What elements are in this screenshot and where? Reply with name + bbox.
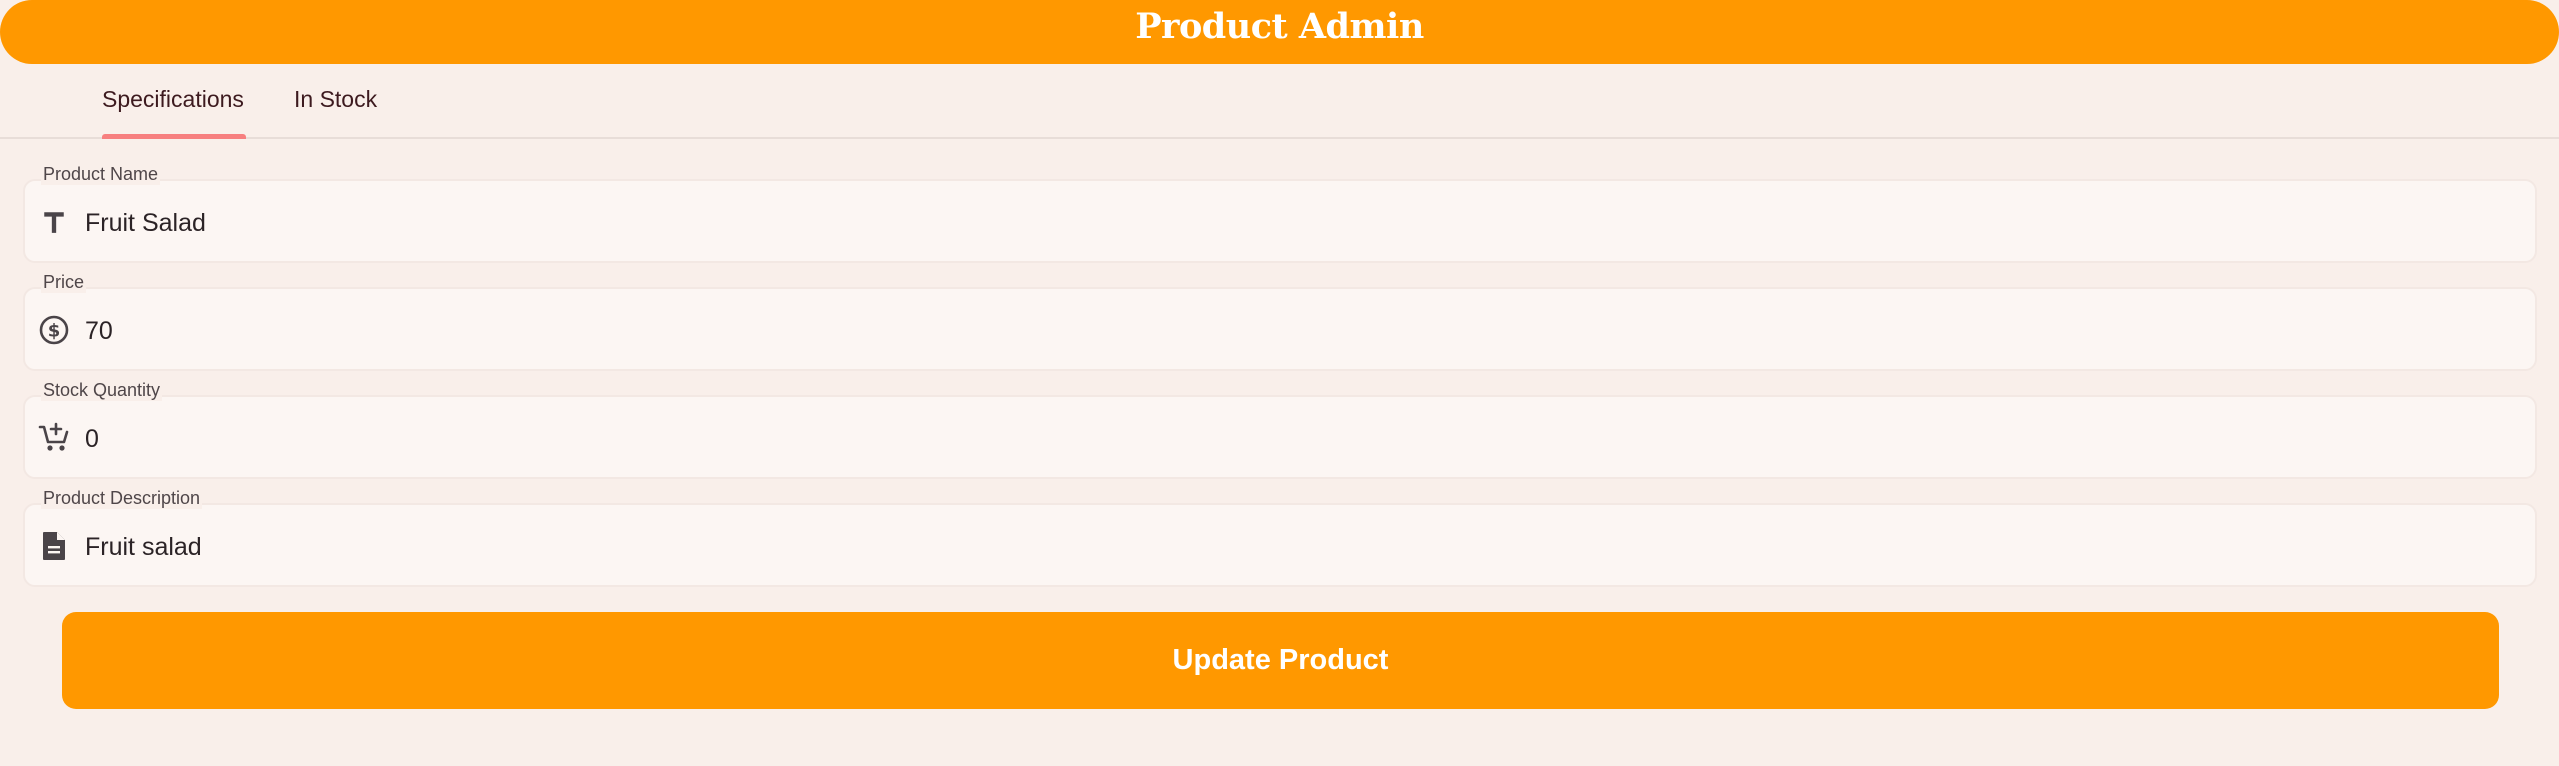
price-field[interactable]: Price $ [23,271,2537,371]
product-description-input[interactable] [85,533,2485,562]
page-title: Product Admin [1135,5,1424,47]
document-icon [38,530,70,562]
product-name-label: Product Name [41,163,161,185]
app-bar: Product Admin [0,0,2559,64]
dollar-circle-icon: $ [38,314,70,346]
stock-quantity-field[interactable]: Stock Quantity [23,379,2537,479]
tab-specifications[interactable]: Specifications [102,86,244,113]
stock-quantity-label: Stock Quantity [41,379,163,401]
tab-bar: Specifications In Stock [0,64,2559,139]
product-description-label: Product Description [41,487,203,509]
price-input[interactable] [85,317,2485,346]
product-name-field[interactable]: Product Name [23,163,2537,263]
tab-in-stock[interactable]: In Stock [294,86,377,113]
tab-indicator [102,134,246,139]
stock-quantity-input[interactable] [85,425,2485,454]
svg-text:$: $ [48,321,61,342]
product-name-input[interactable] [85,209,2485,238]
price-label: Price [41,271,87,293]
cart-add-icon [38,422,70,454]
text-icon [38,206,70,238]
product-description-field[interactable]: Product Description [23,487,2537,587]
update-product-button[interactable]: Update Product [62,612,2499,709]
